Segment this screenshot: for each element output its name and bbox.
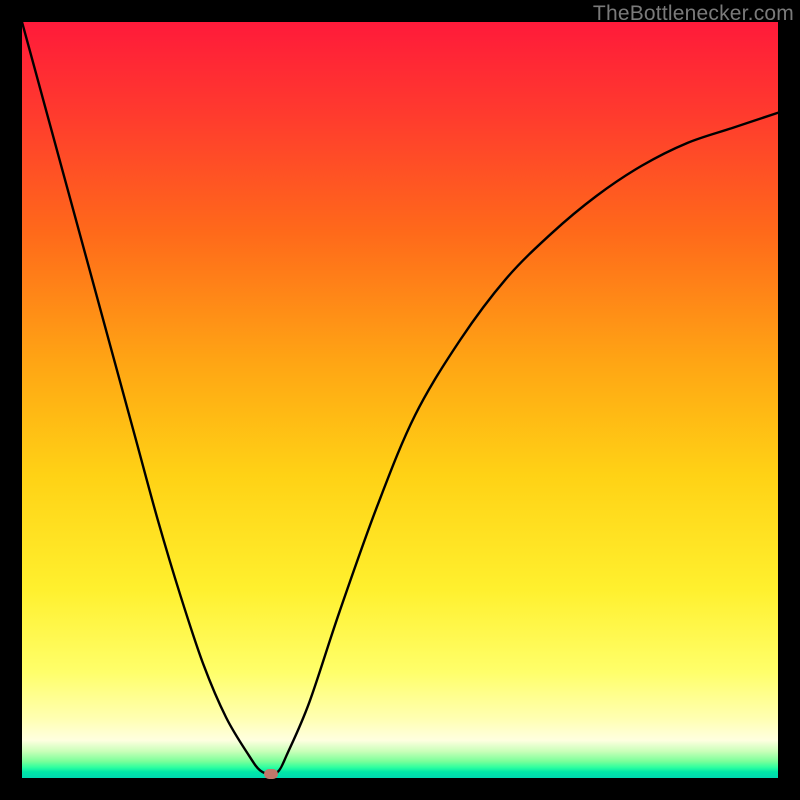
chart-curve-svg (22, 22, 778, 778)
chart-frame (22, 22, 778, 778)
optimal-point-marker (264, 769, 278, 779)
bottleneck-curve-path (22, 22, 778, 774)
